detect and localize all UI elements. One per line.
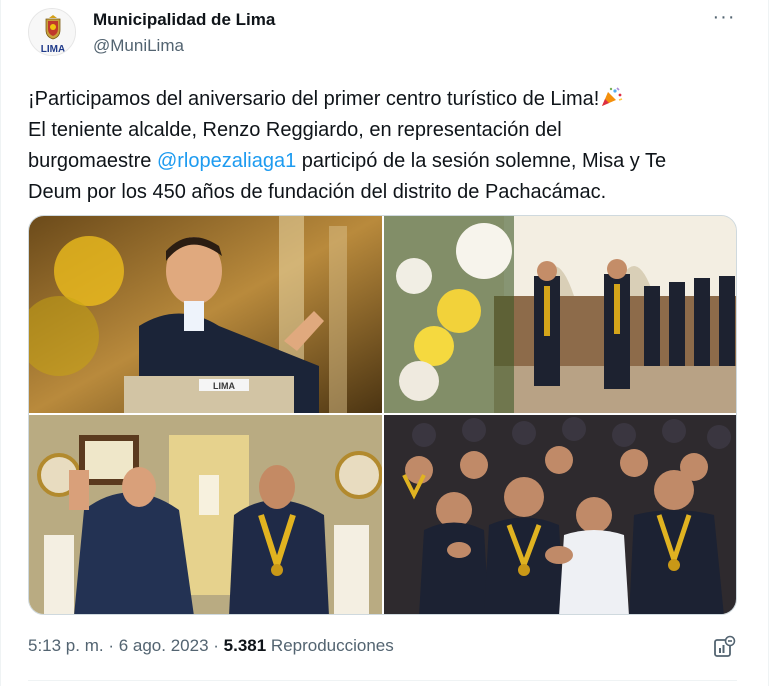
podium-label: LIMA — [213, 381, 235, 391]
photo-speaker-podium[interactable]: LIMA — [29, 216, 382, 413]
views-count: 5.381 — [223, 636, 267, 655]
analytics-icon — [714, 635, 736, 657]
tweet-meta: 5:13 p. m. · 6 ago. 2023 · 5.381 Reprodu… — [28, 636, 394, 656]
bottom-divider — [28, 680, 737, 681]
party-popper-icon — [602, 87, 623, 106]
views-label: Reproducciones — [266, 636, 394, 655]
meta-separator: · — [208, 636, 224, 655]
tweet-date[interactable]: 6 ago. 2023 — [119, 636, 209, 655]
tweet-time[interactable]: 5:13 p. m. — [28, 636, 104, 655]
more-horizontal-icon: ··· — [712, 6, 736, 28]
tweet-line-4: Deum por los 450 años de fundación del d… — [28, 181, 607, 203]
photo-grid: LIMA — [28, 215, 737, 615]
meta-separator: · — [103, 636, 119, 655]
tweet-line-1-text: ¡Participamos del aniversario del primer… — [28, 88, 600, 110]
mention-link[interactable]: @rlopezaliaga1 — [157, 150, 296, 172]
tweet-line-3: burgomaestre @rlopezaliaga1 participó de… — [28, 146, 728, 177]
tweet-line-2: El teniente alcalde, Renzo Reggiardo, en… — [28, 119, 562, 141]
more-options-button[interactable]: ··· — [710, 7, 738, 32]
tweet-card[interactable]: LIMA Municipalidad de Lima @MuniLima ···… — [0, 0, 769, 686]
photo-audience-applause[interactable] — [384, 415, 736, 614]
avatar-text: LIMA — [41, 44, 65, 55]
tweet-line-1: ¡Participamos del aniversario del primer… — [28, 84, 728, 115]
tweet-text: ¡Participamos del aniversario del primer… — [28, 84, 728, 208]
tweet-line-3-pre: burgomaestre — [28, 150, 157, 172]
avatar[interactable]: LIMA — [28, 8, 76, 56]
photo-altar-plaque[interactable] — [29, 415, 382, 614]
account-handle[interactable]: @MuniLima — [93, 36, 184, 56]
left-border — [0, 0, 1, 686]
lima-coat-of-arms-icon: LIMA — [29, 9, 75, 55]
account-name[interactable]: Municipalidad de Lima — [93, 10, 275, 30]
tweet-line-3-post: participó de la sesión solemne, Misa y T… — [296, 150, 667, 172]
analytics-button[interactable] — [710, 633, 738, 661]
photo-church-aisle[interactable] — [384, 216, 736, 413]
